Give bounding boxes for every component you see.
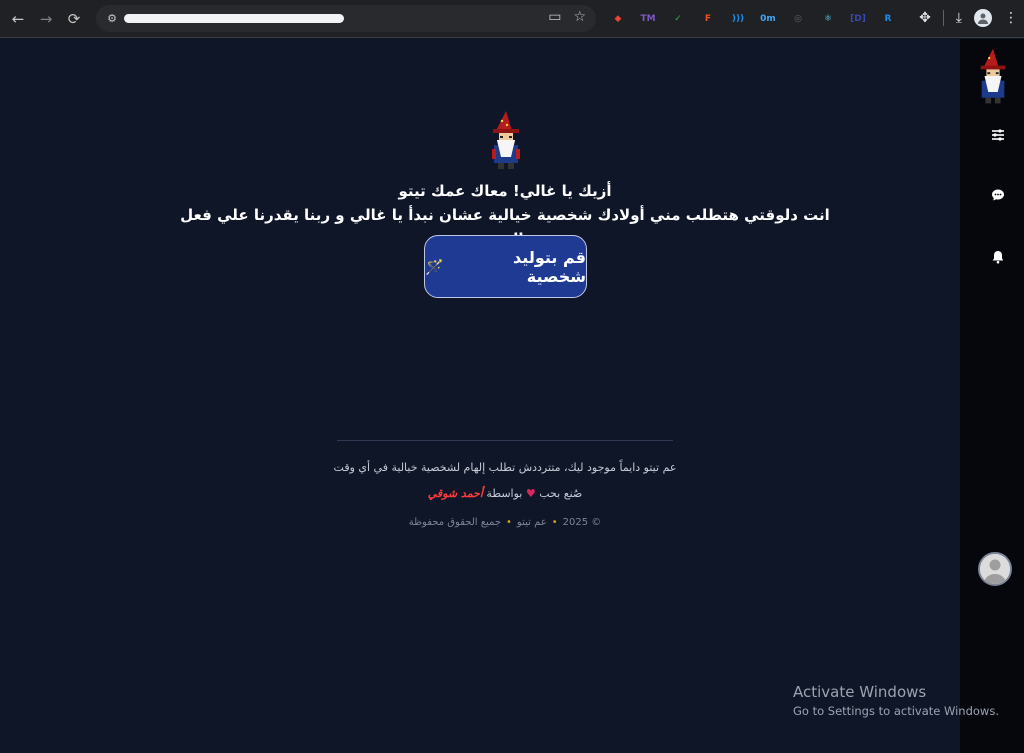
wizard-logo-icon — [492, 111, 520, 169]
chat-icon[interactable] — [988, 185, 1008, 205]
activate-windows-watermark: Activate Windows Go to Settings to activ… — [793, 683, 999, 718]
made-with-love: صُنع بحب ♥ بواسطة أحمد شوقي — [380, 487, 630, 500]
right-sidebar — [960, 39, 1024, 753]
react-icon[interactable]: ⚛ — [818, 9, 838, 29]
download-icon[interactable]: ⤓ — [956, 10, 962, 26]
wave-icon[interactable]: ))) — [728, 9, 748, 29]
figma-icon[interactable]: F — [698, 9, 718, 29]
url-redacted — [124, 14, 344, 23]
by-label: بواسطة — [486, 487, 523, 500]
bell-icon[interactable] — [988, 247, 1008, 267]
copyright-brand: عم تيتو — [516, 517, 547, 528]
check-icon[interactable]: ✓ — [668, 9, 688, 29]
puzzle-icon[interactable]: ✥ — [919, 10, 931, 26]
copyright: © 2025 • عم تيتو • جميع الحقوق محفوظة — [380, 517, 630, 528]
extensions-bar: ◆ TM ✓ F))) 0m ◎ ⚛ [D] R — [608, 9, 898, 29]
separator-dot: • — [506, 517, 512, 528]
cast-icon[interactable]: ▭ — [548, 9, 561, 25]
watermark-subtitle: Go to Settings to activate Windows. — [793, 704, 999, 718]
browser-toolbar: ← → ⟳ ⚙ ▭ ☆ ◆ TM ✓ F))) 0m ◎ ⚛ [D] R ✥ ⤓ ⋮ — [0, 0, 1024, 38]
generate-button-label: قم بتوليد شخصية — [513, 247, 586, 286]
footer-divider — [337, 440, 673, 441]
magic-wand-icon: 🪄 — [425, 257, 444, 276]
author-link[interactable]: أحمد شوقي — [428, 487, 483, 500]
tm-icon[interactable]: TM — [638, 9, 658, 29]
footer-tagline: عم تيتو دايماً موجود ليك، متترددش تطلب إ… — [333, 461, 677, 474]
rights-reserved: جميع الحقوق محفوظة — [408, 517, 502, 528]
reload-icon[interactable]: ⟳ — [64, 9, 84, 29]
separator-dot: • — [551, 517, 558, 528]
menu-icon[interactable]: ⋮ — [1004, 10, 1018, 26]
address-bar[interactable]: ⚙ ▭ ☆ — [96, 5, 596, 32]
dev-icon[interactable]: [D] — [848, 9, 868, 29]
bookmark-star-icon[interactable]: ☆ — [573, 9, 586, 25]
forward-icon[interactable]: → — [36, 9, 56, 29]
profile-avatar[interactable] — [974, 9, 992, 27]
back-icon[interactable]: ← — [8, 9, 28, 29]
main-page: أزيك يا غالي! معاك عمك تيتو انت دلوقتي ه… — [0, 39, 960, 753]
google-color-icon[interactable]: ◆ — [608, 9, 628, 29]
timer-icon[interactable]: 0m — [758, 9, 778, 29]
wizard-avatar-icon[interactable] — [976, 45, 1010, 107]
brand-icon[interactable]: R — [878, 9, 898, 29]
copyright-year: © 2025 — [562, 517, 602, 528]
greeting-line-1: أزيك يا غالي! معاك عمك تيتو — [398, 182, 612, 200]
generate-character-button[interactable]: قم بتوليد شخصية 🪄 — [424, 235, 587, 298]
site-info-icon[interactable]: ⚙ — [104, 11, 120, 27]
camera-icon[interactable]: ◎ — [788, 9, 808, 29]
watermark-title: Activate Windows — [793, 683, 927, 701]
sliders-icon[interactable] — [988, 125, 1008, 145]
heart-icon: ♥ — [525, 487, 536, 500]
toolbar-divider — [942, 10, 944, 26]
made-with-label: صُنع بحب — [539, 487, 583, 500]
user-avatar[interactable] — [978, 552, 1012, 586]
